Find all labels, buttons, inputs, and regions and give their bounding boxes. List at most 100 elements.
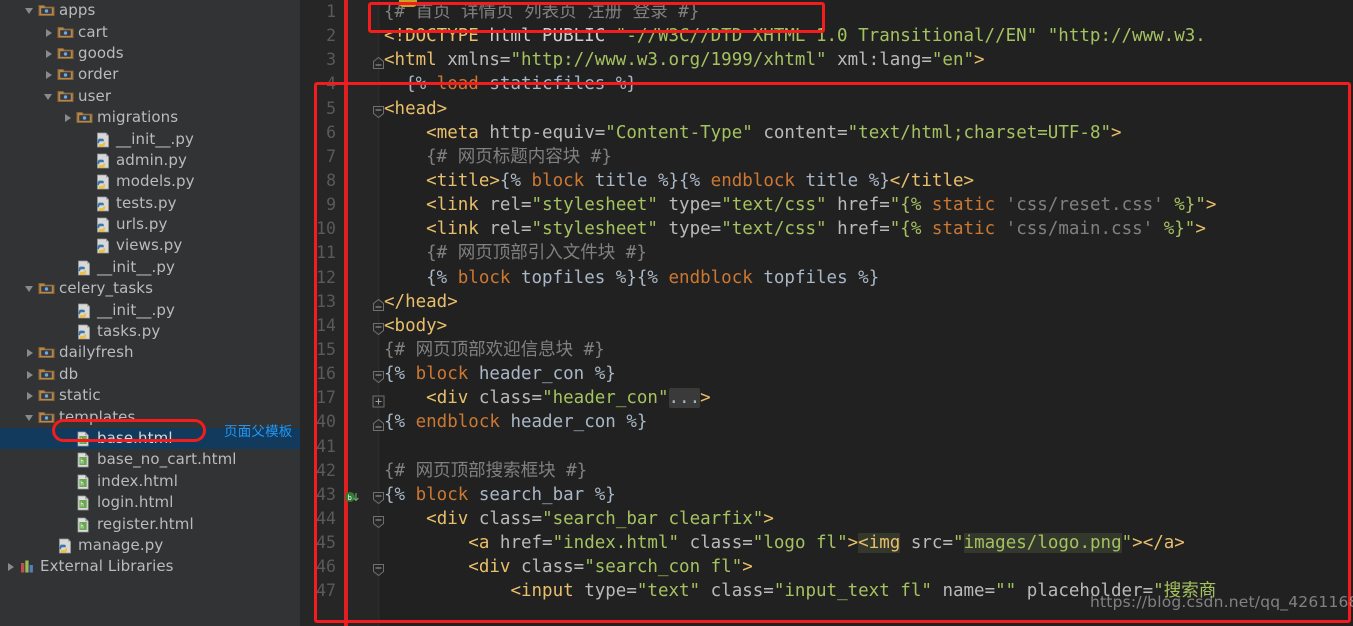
chevron-down-icon[interactable] [23, 4, 36, 17]
code-line-text: <!DOCTYPE html PUBLIC "-//W3C//DTD XHTML… [384, 24, 1206, 48]
tree-item-static[interactable]: static [0, 385, 300, 406]
code-token: load [436, 74, 479, 95]
tree-item-views-py[interactable]: views.py [0, 235, 300, 256]
code-line[interactable]: 2 <!DOCTYPE html PUBLIC "-//W3C//DTD XHTM… [300, 24, 1353, 48]
code-line[interactable]: 42 {# 网页顶部搜索框块 #} [300, 459, 1353, 483]
tree-item-admin-py[interactable]: admin.py [0, 150, 300, 171]
tree-item-apps[interactable]: apps [0, 0, 300, 21]
code-line[interactable]: 41 [300, 435, 1353, 459]
code-line[interactable]: 1 {# 首页 详情页 列表页 注册 登录 #} [300, 0, 1353, 24]
tree-item-init-py[interactable]: __init__.py [0, 128, 300, 149]
tree-item-migrations[interactable]: migrations [0, 107, 300, 128]
project-tree-list[interactable]: apps cart goods order user migrations __init__… [0, 0, 300, 578]
code-token: "text" [636, 581, 701, 602]
code-line[interactable]: 14 <body> [300, 314, 1353, 338]
code-line[interactable]: 10 <link rel="stylesheet" type="text/css… [300, 217, 1353, 241]
code-token: class= [679, 533, 753, 554]
chevron-right-icon[interactable] [42, 47, 55, 60]
tree-item-goods[interactable]: goods [0, 43, 300, 64]
code-line[interactable]: 3 <html xmlns="http://www.w3.org/1999/xht… [300, 48, 1353, 72]
tree-item-init-py[interactable]: __init__.py [0, 299, 300, 320]
tree-item-label: base.html [97, 429, 173, 447]
chevron-right-icon[interactable] [23, 346, 36, 359]
code-line[interactable]: 15 {# 网页顶部欢迎信息块 #} [300, 338, 1353, 362]
code-token: "http://www.w3.org/1999/xhtml" [510, 50, 827, 71]
code-token: </a> [1142, 533, 1185, 554]
tree-no-toggle [80, 154, 93, 167]
tree-item-label: static [59, 386, 101, 405]
tree-item-urls-py[interactable]: urls.py [0, 214, 300, 235]
code-line[interactable]: 4 {% load staticfiles %} [300, 72, 1353, 96]
code-token: {% [384, 74, 437, 95]
code-line[interactable]: 43 b {% block search_bar %} [300, 483, 1353, 507]
code-line[interactable]: 47 <input type="text" class="input_text … [300, 579, 1353, 603]
code-line[interactable]: 11 {# 网页顶部引入文件块 #} [300, 241, 1353, 265]
code-line[interactable]: 9 <link rel="stylesheet" type="text/css"… [300, 193, 1353, 217]
code-token: topfiles %} [752, 267, 880, 288]
tree-item-celery-tasks[interactable]: celery_tasks [0, 278, 300, 299]
code-line[interactable]: 44 <div class="search_bar clearfix"> [300, 507, 1353, 531]
code-text-area[interactable]: 1 {# 首页 详情页 列表页 注册 登录 #} 2 <!DOCTYPE html P… [300, 0, 1353, 604]
code-line[interactable]: 8 <title>{% block title %}{% endblock ti… [300, 169, 1353, 193]
code-token: class= [700, 581, 774, 602]
tree-item-dailyfresh[interactable]: dailyfresh [0, 342, 300, 363]
folder-module-icon [57, 67, 74, 82]
code-editor[interactable]: 1 {# 首页 详情页 列表页 注册 登录 #} 2 <!DOCTYPE html P… [300, 0, 1353, 626]
line-number: 4 [326, 74, 336, 94]
code-line[interactable]: 40 {% endblock header_con %} [300, 410, 1353, 434]
code-line[interactable]: 17 <div class="header_con"...> [300, 386, 1353, 410]
tree-item-base-no-cart-html[interactable]: h base_no_cart.html [0, 449, 300, 470]
code-token: images/logo.png [963, 533, 1122, 554]
tree-item-login-html[interactable]: h login.html [0, 492, 300, 513]
tree-item-register-html[interactable]: h register.html [0, 513, 300, 534]
gutter-bookmark-icon[interactable]: b [344, 488, 360, 504]
tree-item-manage-py[interactable]: manage.py [0, 535, 300, 556]
chevron-down-icon[interactable] [23, 282, 36, 295]
code-line[interactable]: 5 <head> [300, 97, 1353, 121]
tree-no-toggle [80, 175, 93, 188]
tree-item-label: models.py [116, 172, 195, 191]
chevron-down-icon[interactable] [42, 90, 55, 103]
code-line-text: {% load staticfiles %} [384, 72, 637, 96]
code-line-text: {# 首页 详情页 列表页 注册 登录 #} [384, 0, 699, 24]
code-line[interactable]: 6 <meta http-equiv="Content-Type" conten… [300, 121, 1353, 145]
tree-item-init-py[interactable]: __init__.py [0, 257, 300, 278]
tree-item-user[interactable]: user [0, 86, 300, 107]
chevron-right-icon[interactable] [23, 389, 36, 402]
code-line[interactable]: 12 {% block topfiles %}{% endblock topfi… [300, 266, 1353, 290]
chevron-right-icon[interactable] [42, 26, 55, 39]
line-number: 13 [316, 291, 336, 311]
tree-item-models-py[interactable]: models.py [0, 171, 300, 192]
line-number: 3 [326, 50, 336, 70]
tree-item-order[interactable]: order [0, 64, 300, 85]
code-line[interactable]: 46 <div class="search_con fl"> [300, 555, 1353, 579]
chevron-right-icon[interactable] [42, 68, 55, 81]
chevron-right-icon[interactable] [4, 560, 17, 573]
code-token: href= [826, 195, 890, 216]
parent-template-annotation: 页面父模板 [224, 424, 293, 440]
code-line[interactable]: 7 {# 网页标题内容块 #} [300, 145, 1353, 169]
code-token: "text/html;charset=UTF-8" [847, 122, 1112, 143]
code-line-text: <meta http-equiv="Content-Type" content=… [384, 121, 1121, 145]
project-tree-panel[interactable]: apps cart goods order user migrations __init__… [0, 0, 300, 626]
tree-item-label: admin.py [116, 150, 187, 169]
code-token: "index.html" [552, 533, 680, 554]
tree-item-cart[interactable]: cart [0, 21, 300, 42]
tree-item-tasks-py[interactable]: tasks.py [0, 321, 300, 342]
code-token: "-//W3C//DTD XHTML 1.0 Transitional//EN"… [615, 26, 1206, 47]
tree-item-tests-py[interactable]: tests.py [0, 193, 300, 214]
code-line[interactable]: 13 </head> [300, 290, 1353, 314]
chevron-down-icon[interactable] [23, 411, 36, 424]
chevron-right-icon[interactable] [61, 111, 74, 124]
code-line[interactable]: 16 {% block header_con %} [300, 362, 1353, 386]
code-token: {% [384, 484, 416, 505]
code-token: "input_text fl" [773, 581, 932, 602]
tree-item-index-html[interactable]: h index.html [0, 471, 300, 492]
code-token: <a [468, 533, 490, 554]
python-file-icon [95, 153, 112, 169]
code-line[interactable]: 45 <a href="index.html" class="logo fl">… [300, 531, 1353, 555]
code-token: endblock [668, 267, 753, 288]
tree-item-external-libraries[interactable]: External Libraries [0, 556, 300, 577]
chevron-right-icon[interactable] [23, 368, 36, 381]
tree-item-db[interactable]: db [0, 364, 300, 385]
